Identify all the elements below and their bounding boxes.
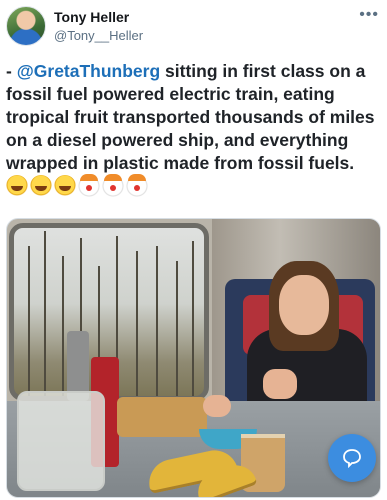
rolling-laughing-emoji-icon <box>54 175 76 197</box>
clown-face-emoji-icon <box>102 174 124 197</box>
compose-reply-button[interactable] <box>328 434 376 482</box>
clown-face-emoji-icon <box>78 174 100 197</box>
avatar[interactable] <box>6 6 46 46</box>
user-display-name[interactable]: Tony Heller <box>54 9 129 25</box>
hand-with-bread <box>263 369 297 399</box>
user-handle[interactable]: @Tony__Heller <box>54 28 143 43</box>
tweet-text: - @GretaThunberg sitting in first class … <box>6 60 381 199</box>
tweet-prefix: - <box>6 61 17 81</box>
rolling-laughing-emoji-icon <box>6 175 28 197</box>
clown-face-emoji-icon <box>126 174 148 197</box>
hand <box>203 395 231 417</box>
plastic-container <box>17 391 105 491</box>
bread-package <box>117 397 207 437</box>
tweet-photo[interactable] <box>6 218 381 498</box>
mention-link[interactable]: @GretaThunberg <box>17 61 160 81</box>
person-face <box>279 275 329 335</box>
rolling-laughing-emoji-icon <box>30 175 52 197</box>
speech-bubble-icon <box>343 449 361 468</box>
tweet-header: Tony Heller @Tony__Heller ••• <box>6 6 381 46</box>
more-options-icon[interactable]: ••• <box>359 6 379 24</box>
tweet-card: Tony Heller @Tony__Heller ••• - @GretaTh… <box>0 0 387 500</box>
